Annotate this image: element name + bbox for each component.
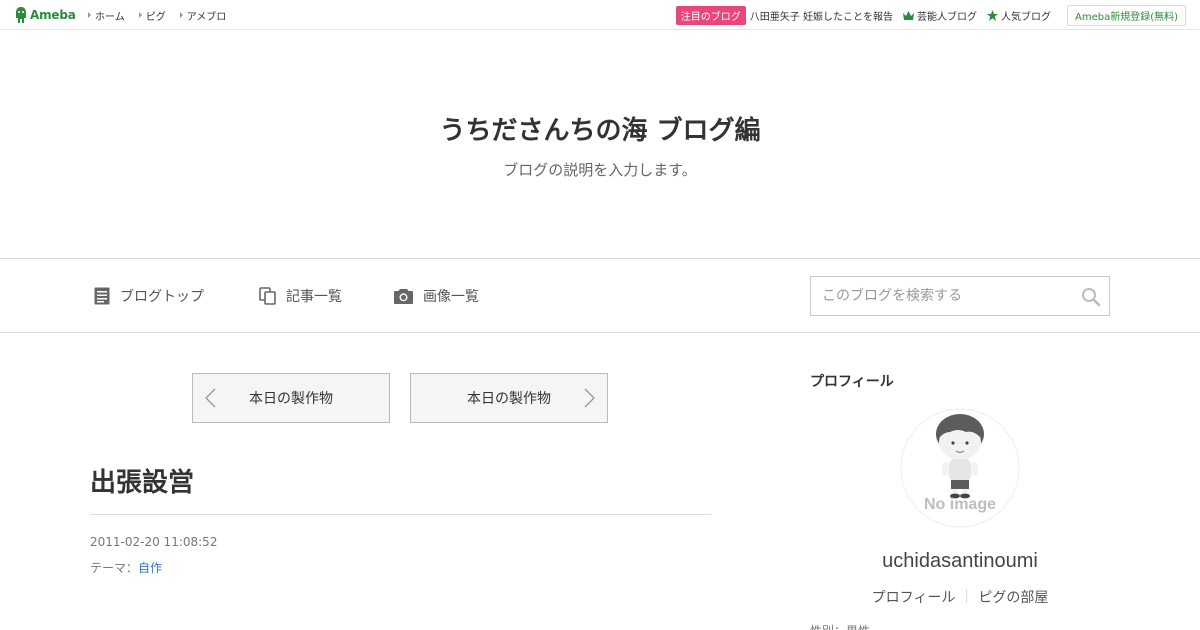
chevron-right-icon	[584, 388, 595, 408]
avatar-no-image-text: No image	[923, 496, 996, 513]
star-icon	[986, 9, 998, 21]
next-entry-label: 本日の製作物	[467, 391, 551, 407]
global-header: Ameba ホーム ピグ アメブロ 注目のブログ 八田亜矢子 妊娠したことを報告…	[0, 0, 1200, 30]
pickup-link[interactable]: 八田亜矢子 妊娠したことを報告	[750, 8, 893, 23]
popular-blog-ranking-link[interactable]: 人気ブログ	[986, 8, 1051, 23]
blog-nav-entries[interactable]: 記事一覧	[259, 286, 342, 306]
article-divider	[90, 514, 711, 515]
chevron-left-icon	[205, 388, 216, 408]
camera-icon	[394, 289, 413, 304]
global-nav-pigg-label: ピグ	[145, 11, 166, 23]
article-theme-link[interactable]: 自作	[138, 561, 162, 575]
triangle-right-icon	[179, 12, 183, 18]
profile-name[interactable]: uchidasantinoumi	[810, 550, 1110, 573]
profile-gender: 性別：男性	[810, 622, 870, 630]
celebrity-blog-ranking-link[interactable]: 芸能人ブログ	[902, 8, 977, 23]
pigg-room-link[interactable]: ピグの部屋	[967, 587, 1059, 607]
blog-description: ブログの説明を入力します。	[503, 161, 697, 179]
blog-nav-images[interactable]: 画像一覧	[394, 286, 479, 306]
blog-title[interactable]: うちださんちの海 ブログ編	[0, 110, 1200, 147]
ameba-logo[interactable]: Ameba	[14, 6, 76, 24]
copy-documents-icon	[259, 287, 276, 305]
article-date: 2011-02-20 11:08:52	[90, 535, 218, 549]
blog-nav-top-label: ブログトップ	[120, 289, 204, 305]
blog-search	[810, 276, 1110, 316]
article-title[interactable]: 出張設営	[90, 462, 194, 499]
signup-button[interactable]: Ameba新規登録(無料)	[1066, 4, 1186, 26]
blog-nav-images-label: 画像一覧	[423, 289, 479, 305]
blog-header: うちださんちの海 ブログ編 ブログの説明を入力します。	[0, 30, 1200, 259]
profile-heading: プロフィール	[810, 374, 894, 390]
article-theme-label: テーマ：	[90, 561, 139, 575]
profile-links: プロフィール ピグの部屋	[810, 587, 1110, 607]
global-nav-pigg[interactable]: ピグ	[138, 8, 166, 23]
article-theme: テーマ：自作	[90, 559, 162, 576]
global-nav-ameblo[interactable]: アメブロ	[179, 8, 227, 23]
prev-entry-label: 本日の製作物	[249, 391, 333, 407]
ameba-logo-icon	[16, 7, 26, 23]
ameba-logo-text: Ameba	[30, 8, 76, 22]
popular-blog-label: 人気ブログ	[1000, 11, 1051, 23]
global-header-right: 注目のブログ 八田亜矢子 妊娠したことを報告 芸能人ブログ 人気ブログ Ameb…	[675, 0, 1186, 30]
blog-nav-top[interactable]: ブログトップ	[94, 286, 204, 306]
global-nav-home[interactable]: ホーム	[88, 8, 125, 23]
pickup-badge: 注目のブログ	[675, 5, 746, 25]
search-icon[interactable]	[1081, 287, 1101, 307]
crown-icon	[902, 10, 914, 20]
prev-entry-button[interactable]: 本日の製作物	[192, 373, 390, 423]
global-nav-ameblo-label: アメブロ	[186, 11, 227, 23]
global-nav: ホーム ピグ アメブロ	[88, 0, 240, 30]
triangle-right-icon	[138, 12, 142, 18]
document-icon	[94, 287, 110, 305]
triangle-right-icon	[88, 12, 91, 18]
blog-nav: ブログトップ 記事一覧 画像一覧	[0, 260, 1200, 333]
avatar[interactable]: No image	[900, 408, 1020, 528]
global-nav-home-label: ホーム	[95, 11, 125, 23]
blog-search-input[interactable]	[812, 278, 1072, 314]
next-entry-button[interactable]: 本日の製作物	[410, 373, 608, 423]
blog-nav-entries-label: 記事一覧	[286, 289, 342, 305]
profile-link[interactable]: プロフィール	[861, 587, 967, 607]
celebrity-blog-label: 芸能人ブログ	[916, 11, 977, 23]
